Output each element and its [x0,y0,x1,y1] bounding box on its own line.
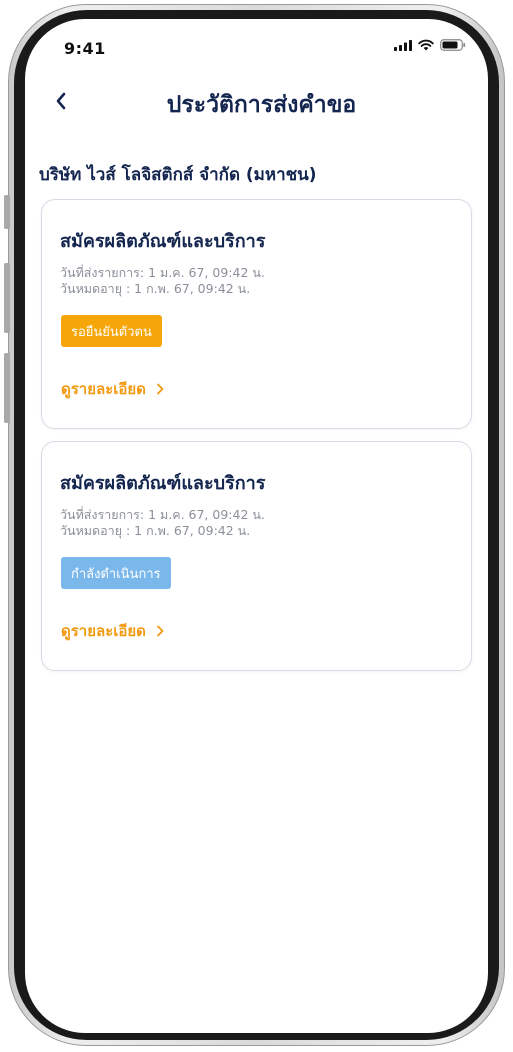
volume-up-button [4,263,10,333]
signal-icon [394,39,412,51]
status-badge: รอยืนยันตัวตน [61,315,162,347]
request-title: สมัครผลิตภัณฑ์และบริการ [60,231,266,252]
screen: 9:41 ประวัติการส่งคำขอ บริษัท ไวส์ โลจิส… [25,19,488,1033]
status-icons [394,39,466,51]
mute-switch [4,195,10,229]
submitted-date: วันที่ส่งรายการ: 1 ม.ค. 67, 09:42 น. [60,265,265,280]
chevron-right-icon [157,625,164,637]
request-card: สมัครผลิตภัณฑ์และบริการ วันที่ส่งรายการ:… [41,199,472,429]
view-details-label: ดูรายละเอียด [61,380,146,398]
status-time: 9:41 [64,39,106,58]
volume-down-button [4,353,10,423]
submitted-date: วันที่ส่งรายการ: 1 ม.ค. 67, 09:42 น. [60,507,265,522]
battery-icon [440,39,466,51]
view-details-link[interactable]: ดูรายละเอียด [61,377,164,401]
status-badge: กำลังดำเนินการ [61,557,171,589]
status-bar: 9:41 [25,19,488,69]
view-details-link[interactable]: ดูรายละเอียด [61,619,164,643]
request-card: สมัครผลิตภัณฑ์และบริการ วันที่ส่งรายการ:… [41,441,472,671]
nav-bar: ประวัติการส่งคำขอ [25,81,488,125]
view-details-label: ดูรายละเอียด [61,622,146,640]
expiry-date: วันหมดอายุ : 1 ก.พ. 67, 09:42 น. [60,281,251,296]
page-title: ประวัติการส่งคำขอ [166,92,357,118]
request-title: สมัครผลิตภัณฑ์และบริการ [60,473,266,494]
company-name: บริษัท ไวส์ โลจิสติกส์ จำกัด (มหาชน) [39,165,317,185]
wifi-icon [418,39,434,51]
expiry-date: วันหมดอายุ : 1 ก.พ. 67, 09:42 น. [60,523,251,538]
chevron-right-icon [157,383,164,395]
